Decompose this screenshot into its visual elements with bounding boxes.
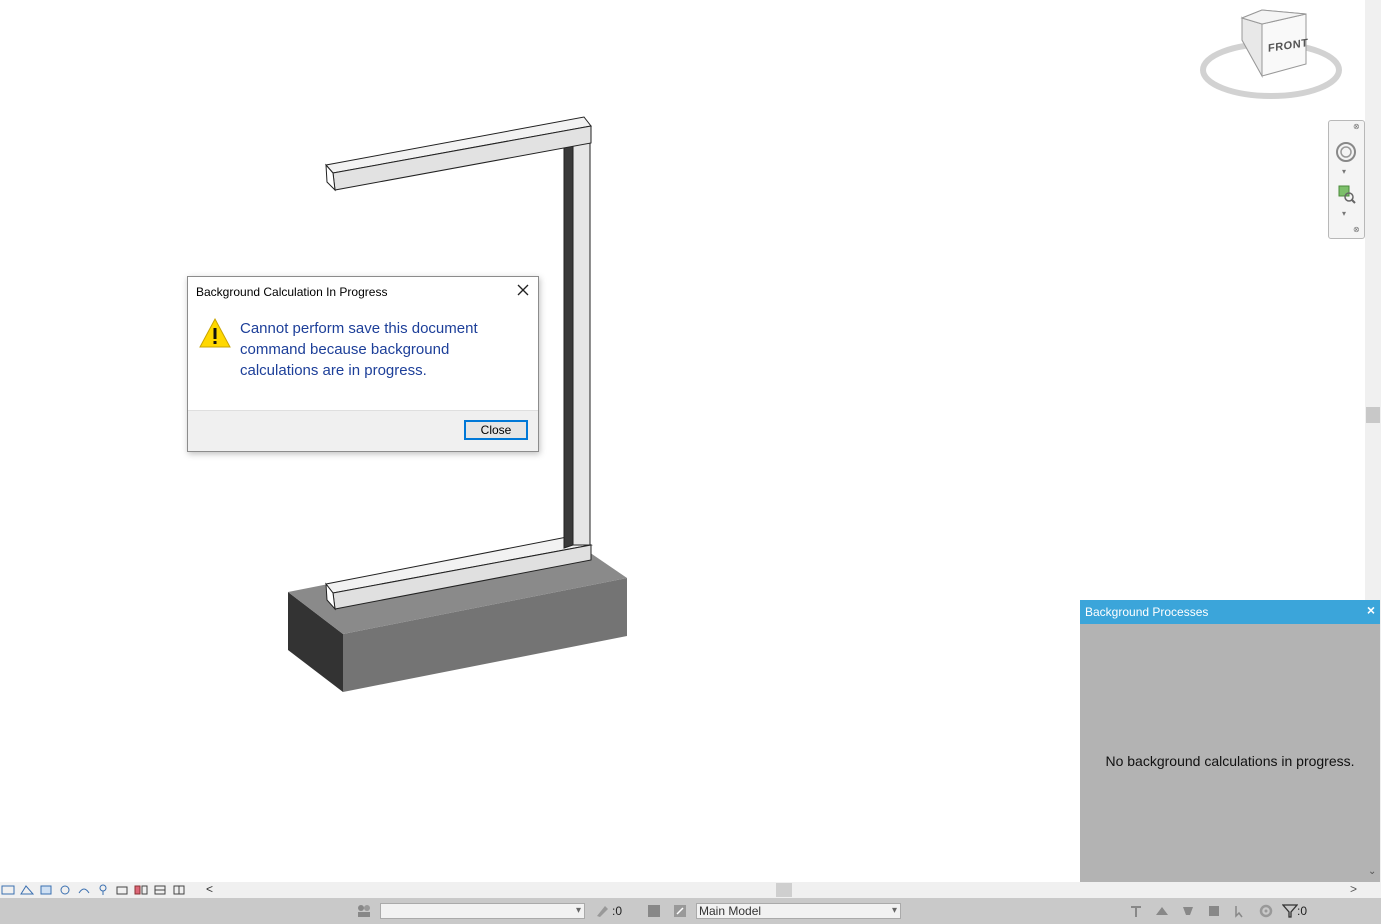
chevron-down-icon: ▾ (575, 905, 581, 916)
chevron-down-icon[interactable]: ▾ (1342, 167, 1346, 176)
panel-header: Background Processes × (1080, 600, 1380, 624)
vertical-scroll-thumb[interactable] (1366, 407, 1380, 423)
gear-icon[interactable] (1258, 903, 1274, 919)
navbar-options-icon[interactable]: ⊗ (1353, 225, 1360, 234)
active-design-option-icon[interactable] (672, 903, 688, 919)
navigation-bar: ⊗ ▾ ▾ ⊗ (1328, 120, 1365, 239)
horizontal-scroll-thumb[interactable] (776, 883, 792, 897)
shadows-icon[interactable] (76, 884, 92, 897)
design-option-selector[interactable]: Main Model ▾ (696, 903, 901, 919)
visual-style-icon[interactable] (38, 884, 54, 897)
chevron-down-icon: ▾ (891, 905, 897, 916)
scroll-down-arrow[interactable]: ⌄ (1368, 866, 1376, 877)
column-front-face (572, 139, 591, 546)
chevron-down-icon[interactable]: ▾ (1342, 209, 1346, 218)
dialog-title: Background Calculation In Progress (196, 285, 388, 299)
sun-path-icon[interactable] (57, 884, 73, 897)
warning-icon (198, 317, 232, 354)
panel-status-message: No background calculations in progress. (1105, 753, 1355, 769)
panel-title: Background Processes (1085, 605, 1209, 619)
background-processes-panel: Background Processes × No background cal… (1080, 600, 1380, 898)
drag-elements-icon[interactable] (1232, 903, 1248, 919)
close-button[interactable]: Close (464, 420, 528, 440)
steering-wheel-icon[interactable] (1333, 139, 1359, 165)
background-calculation-dialog: Background Calculation In Progress Canno… (187, 276, 539, 452)
scroll-right-arrow[interactable]: > (1350, 882, 1357, 896)
temporary-view-icon[interactable] (171, 884, 187, 897)
select-by-face-icon[interactable] (1206, 903, 1222, 919)
reveal-hidden-icon[interactable] (152, 884, 168, 897)
panel-close-icon[interactable]: × (1367, 602, 1375, 618)
crop-view-icon[interactable] (114, 884, 130, 897)
navbar-close-icon[interactable]: ⊗ (1353, 122, 1360, 131)
dialog-footer: Close (188, 410, 538, 451)
select-pinned-icon[interactable] (1180, 903, 1196, 919)
scroll-left-arrow[interactable]: < (206, 882, 213, 896)
scale-icon[interactable] (0, 884, 16, 897)
location-pin-icon[interactable] (95, 884, 111, 897)
editable-only-icon[interactable] (594, 903, 610, 919)
workset-selector[interactable]: ▾ (380, 903, 585, 919)
dialog-message: Cannot perform save this document comman… (240, 320, 478, 379)
design-option-value: Main Model (699, 904, 762, 918)
hide-isolate-icon[interactable] (133, 884, 149, 897)
design-options-icon[interactable] (646, 903, 662, 919)
zoom-region-icon[interactable] (1333, 181, 1359, 207)
detail-level-icon[interactable] (19, 884, 35, 897)
workset-icon[interactable] (356, 903, 372, 919)
select-underlay-icon[interactable] (1154, 903, 1170, 919)
select-links-icon[interactable] (1128, 903, 1144, 919)
horizontal-scrollbar[interactable]: < > (0, 882, 1381, 898)
column-dark-face (563, 139, 574, 549)
filter-icon[interactable] (1282, 903, 1298, 919)
filter-count: :0 (1297, 904, 1308, 918)
editable-count: :0 (612, 904, 623, 918)
status-bar: ▾ :0 Main Model ▾ :0 (0, 898, 1381, 924)
view-control-bar (0, 883, 187, 897)
close-icon[interactable] (514, 281, 532, 299)
